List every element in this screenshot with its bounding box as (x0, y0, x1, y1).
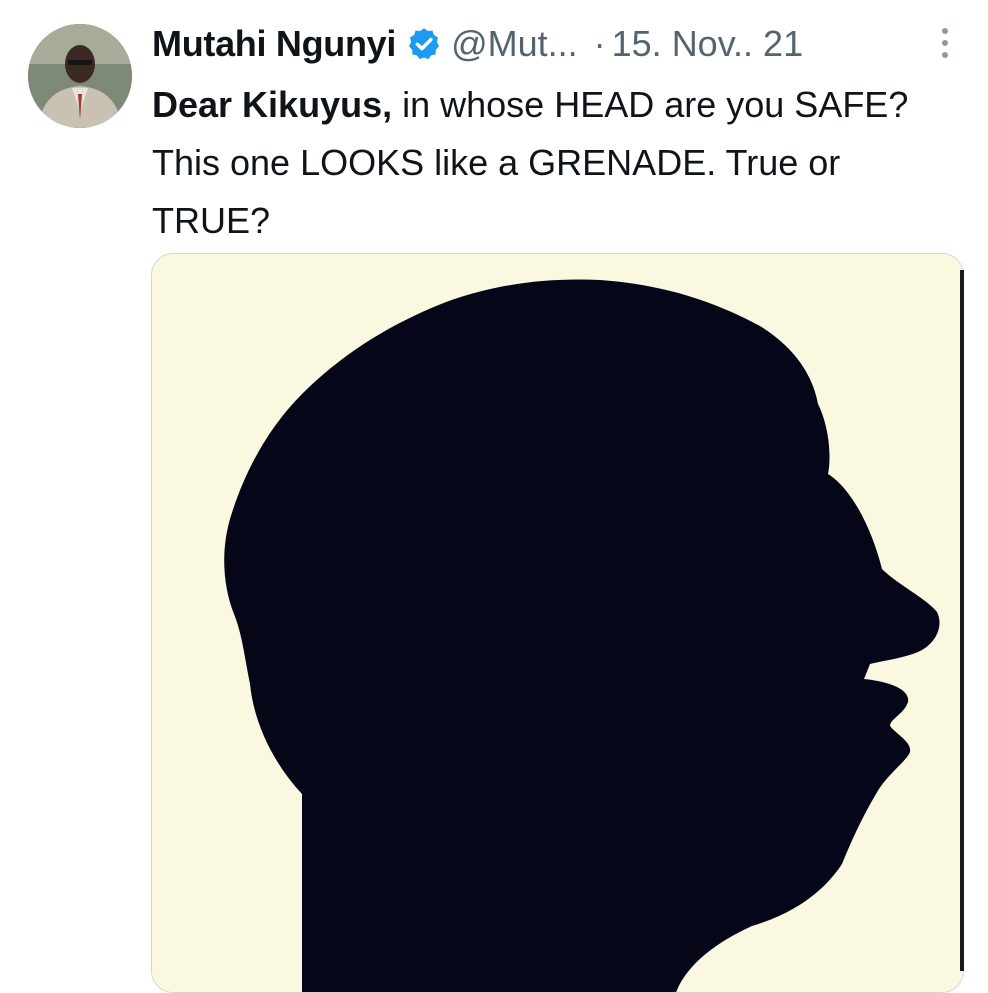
verified-badge-icon (406, 26, 442, 62)
tweet-image[interactable] (151, 253, 964, 993)
avatar[interactable] (28, 24, 132, 128)
separator-dot: · (593, 23, 606, 64)
tweet-text-bold: Dear Kikuyus, (152, 84, 393, 125)
tweet-card[interactable]: Mutahi Ngunyi @Mut... · 15. Nov.. 21 Dea… (0, 0, 988, 993)
author-name[interactable]: Mutahi Ngunyi (152, 18, 396, 70)
image-edge-divider (960, 270, 964, 971)
tweet-text: Dear Kikuyus, in whose HEAD are you SAFE… (152, 76, 952, 250)
tweet-date[interactable]: 15. Nov.. 21 (612, 18, 803, 70)
more-vertical-icon[interactable] (936, 28, 954, 64)
author-handle[interactable]: @Mut... (451, 18, 578, 70)
head-silhouette-image (152, 254, 963, 992)
tweet-header: Mutahi Ngunyi @Mut... · 15. Nov.. 21 (152, 18, 803, 70)
